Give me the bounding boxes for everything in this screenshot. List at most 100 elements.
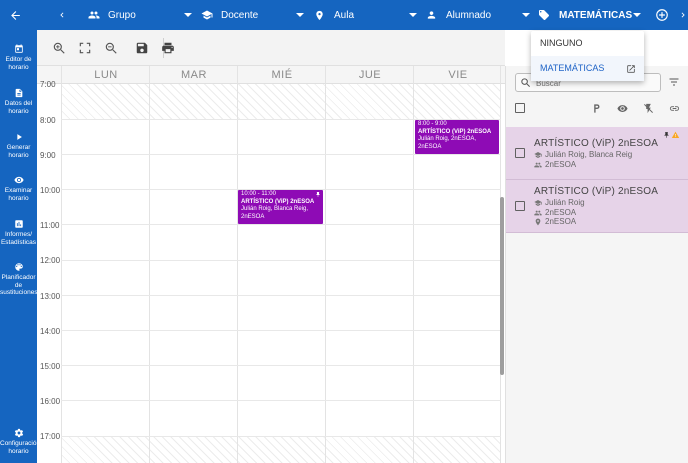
card-group: 2nESOA (534, 160, 576, 169)
card-group-text: 2nESOA (545, 208, 577, 217)
hour-line (61, 295, 501, 296)
card-room-text: 2nESOA (545, 217, 577, 226)
calendar-icon (14, 44, 23, 53)
card-checkbox[interactable] (515, 148, 525, 158)
save-icon[interactable] (135, 41, 149, 55)
link-icon[interactable] (668, 103, 681, 114)
filter-grupo[interactable]: Grupo (87, 0, 192, 30)
event-details: Julián Roig, Blanca Reig, (241, 206, 309, 212)
pin-icon (664, 132, 669, 138)
sidebar-item-editor[interactable]: Editor de horario (0, 44, 37, 71)
hour-line (61, 365, 501, 366)
filter-grupo-label: Grupo (108, 9, 136, 21)
event-title: ARTÍSTICO (ViP) 2nESOA (418, 128, 492, 135)
calendar-event[interactable]: 8:00 - 9:00 ARTÍSTICO (ViP) 2nESOA Juliá… (415, 120, 499, 154)
hour-line (61, 330, 501, 331)
filter-list-icon[interactable] (668, 76, 680, 88)
sidebar-item-configuracion[interactable]: Configuración horario (0, 428, 40, 455)
day-header-lun: LUN (94, 69, 118, 81)
group-icon (534, 210, 542, 215)
sidebar-item-label: Informes/ Estadísticas (0, 231, 37, 246)
add-button[interactable] (655, 0, 669, 30)
day-header-mie: MIÉ (271, 69, 293, 81)
time-label: 7:00 (40, 80, 56, 89)
hour-line (61, 436, 501, 437)
sidebar-item-generar[interactable]: Generar horario (0, 132, 37, 159)
chevron-down-icon (409, 13, 417, 17)
time-label: 8:00 (40, 116, 56, 125)
filter-materia-label: MATEMÁTICAS (559, 9, 633, 21)
tag-icon (539, 10, 549, 20)
filter-materia[interactable]: MATEMÁTICAS (538, 0, 642, 30)
chevron-down-icon (522, 13, 530, 17)
card-group-text: 2nESOA (545, 160, 577, 169)
zoom-in-icon[interactable] (52, 41, 66, 55)
time-label: 10:00 (40, 186, 61, 195)
dropdown-item-matematicas[interactable]: MATEMÁTICAS (531, 56, 644, 81)
open-in-new-icon[interactable] (626, 64, 636, 74)
filter-aula-label: Aula (334, 9, 355, 21)
dropdown-item-label: MATEMÁTICAS (540, 63, 605, 73)
event-time: 8:00 - 9:00 (418, 121, 447, 127)
sidebar-item-label: Generar horario (6, 144, 31, 159)
card-teacher-text: Julián Roig, Blanca Reig (545, 150, 633, 159)
filter-docente[interactable]: Docente (200, 0, 304, 30)
chevron-down-icon (184, 13, 192, 17)
palette-icon (14, 263, 23, 271)
activity-card[interactable]: ARTÍSTICO (ViP) 2nESOA Julián Roig 2nESO… (506, 180, 688, 233)
filter-alumnado[interactable]: Alumnado (426, 0, 530, 30)
sidebar-item-informes[interactable]: Informes/ Estadísticas (0, 219, 37, 246)
activity-card[interactable]: ARTÍSTICO (ViP) 2nESOA Julián Roig, Blan… (506, 127, 688, 180)
time-label: 9:00 (40, 151, 56, 160)
unavailable-slot (62, 436, 501, 463)
card-title: ARTÍSTICO (ViP) 2nESOA (534, 186, 659, 197)
gear-icon (14, 428, 23, 438)
unavailable-slot (62, 84, 501, 119)
next-chevron-button[interactable] (678, 0, 688, 30)
chevron-down-icon (296, 13, 304, 17)
prev-chevron-button[interactable] (57, 0, 67, 30)
chart-icon (14, 220, 23, 228)
sidebar-item-planificador[interactable]: Planificador de sustituciones (0, 262, 38, 297)
time-label: 14:00 (40, 327, 61, 336)
eye-icon[interactable] (616, 103, 629, 114)
time-label: 16:00 (40, 397, 61, 406)
calendar-scrollbar[interactable] (500, 197, 504, 375)
card-teacher-text: Julián Roig (545, 198, 585, 207)
back-button[interactable] (9, 0, 22, 30)
parking-p-icon[interactable] (591, 103, 602, 114)
top-app-bar: Grupo Docente Aula Alumnado MATEMÁTICAS (0, 0, 688, 30)
day-divider (325, 66, 326, 463)
time-label: 12:00 (40, 256, 61, 265)
dropdown-item-ninguno[interactable]: NINGUNO (531, 31, 644, 56)
fit-screen-icon[interactable] (78, 41, 92, 55)
calendar-header: LUN MAR MIÉ JUE VIE (37, 66, 505, 84)
day-header-vie: VIE (448, 69, 468, 81)
hour-line (61, 154, 501, 155)
sidebar-item-datos[interactable]: Datos del horario (0, 88, 37, 115)
chevron-right-icon (681, 12, 685, 18)
location-pin-icon (316, 10, 323, 20)
sidebar: Editor de horario Datos del horario Gene… (0, 30, 40, 463)
select-all-checkbox[interactable] (515, 103, 525, 113)
calendar-event[interactable]: 10:00 - 11:00 ARTÍSTICO (ViP) 2nESOA Jul… (238, 190, 323, 224)
sidebar-item-examinar[interactable]: Examinar horario (0, 175, 37, 202)
time-label: 17:00 (40, 432, 61, 441)
day-header-mar: MAR (181, 69, 207, 81)
time-label: 15:00 (40, 362, 61, 371)
add-circle-icon (656, 9, 668, 21)
day-divider (413, 66, 414, 463)
hour-line (61, 400, 501, 401)
card-teacher: Julián Roig, Blanca Reig (534, 150, 632, 159)
hour-line (61, 224, 501, 225)
zoom-out-icon[interactable] (104, 41, 118, 55)
group-icon (88, 11, 100, 19)
print-icon[interactable] (161, 41, 175, 55)
sidebar-item-label: Examinar horario (4, 187, 33, 202)
time-label: 11:00 (40, 221, 60, 230)
calendar-toolbar (37, 30, 505, 66)
filter-aula[interactable]: Aula (314, 0, 419, 30)
flash-off-icon[interactable] (643, 103, 654, 114)
time-label: 13:00 (40, 292, 61, 301)
card-checkbox[interactable] (515, 201, 525, 211)
